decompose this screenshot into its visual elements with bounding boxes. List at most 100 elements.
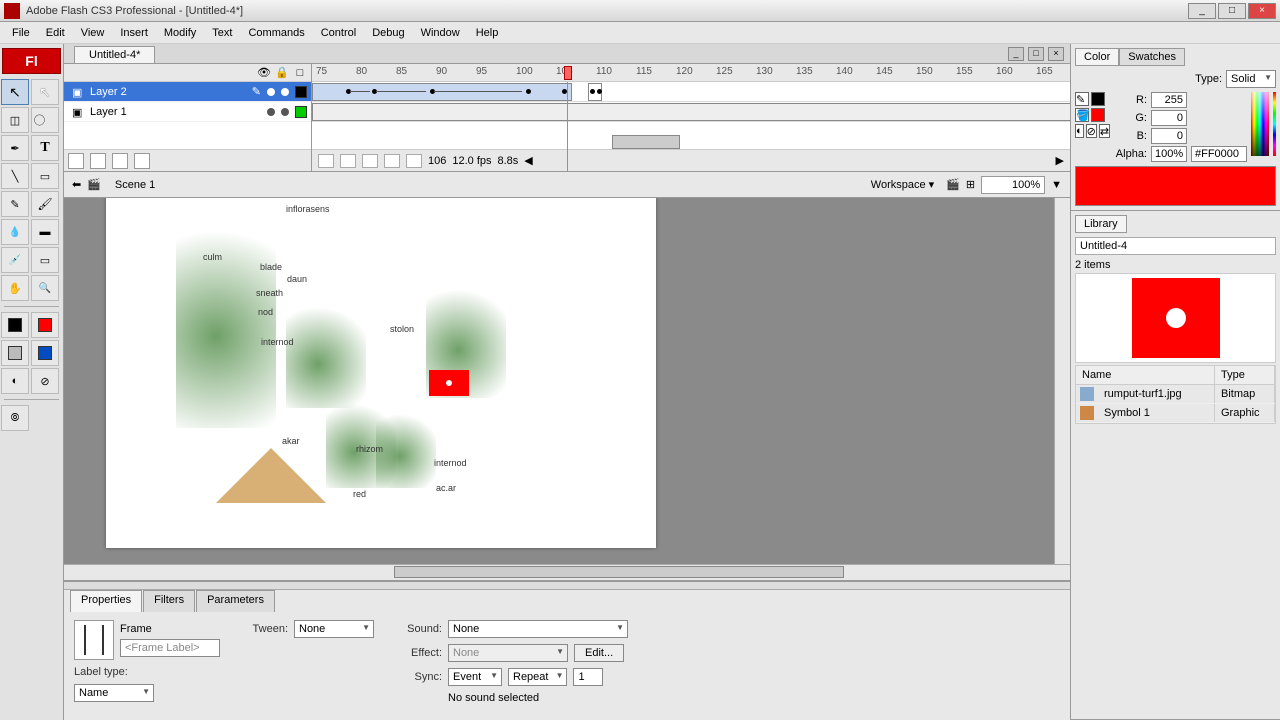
swap-icon[interactable]: ⇄: [1099, 124, 1110, 138]
stage-vertical-scrollbar[interactable]: [1054, 198, 1070, 564]
alpha-value[interactable]: 100%: [1151, 146, 1187, 162]
center-frame-icon[interactable]: [318, 154, 334, 168]
layer-visible-dot[interactable]: [267, 88, 275, 96]
menu-modify[interactable]: Modify: [156, 25, 204, 41]
frames-panel[interactable]: 7580859095100105110115120125130135140145…: [312, 64, 1070, 171]
menu-control[interactable]: Control: [313, 25, 364, 41]
text-tool[interactable]: [31, 135, 59, 161]
scrollbar-thumb[interactable]: [394, 566, 844, 578]
layer-lock-dot[interactable]: [281, 108, 289, 116]
ink-bottle-tool[interactable]: [1, 219, 29, 245]
sync-select[interactable]: Event: [448, 668, 502, 686]
edit-scene-button[interactable]: 🎬: [946, 178, 960, 191]
doc-restore[interactable]: □: [1028, 47, 1044, 61]
visibility-header-icon[interactable]: 👁: [257, 66, 271, 79]
zoom-dropdown-icon[interactable]: ▼: [1051, 179, 1062, 191]
layer-visible-dot[interactable]: [267, 108, 275, 116]
library-item[interactable]: Symbol 1 Graphic: [1076, 404, 1275, 423]
layer-color-chip[interactable]: [295, 86, 307, 98]
menu-help[interactable]: Help: [468, 25, 507, 41]
r-value[interactable]: 255: [1151, 92, 1187, 108]
menu-view[interactable]: View: [73, 25, 113, 41]
tab-color[interactable]: Color: [1075, 48, 1119, 66]
onion-skin-outlines-icon[interactable]: [362, 154, 378, 168]
layer-row[interactable]: ▣ Layer 1: [64, 102, 311, 122]
layer-lock-dot[interactable]: [281, 88, 289, 96]
symbol-instance[interactable]: [429, 370, 469, 396]
delete-layer-button[interactable]: [134, 153, 150, 169]
rectangle-tool[interactable]: [31, 163, 59, 189]
menu-commands[interactable]: Commands: [240, 25, 312, 41]
tab-swatches[interactable]: Swatches: [1119, 48, 1185, 66]
black-white-swap[interactable]: ◐: [1, 368, 29, 394]
library-item[interactable]: rumput-turf1.jpg Bitmap: [1076, 385, 1275, 404]
onion-skin-icon[interactable]: [340, 154, 356, 168]
subselection-tool[interactable]: [31, 79, 59, 105]
stroke-swatch[interactable]: [1091, 92, 1105, 106]
hue-slider[interactable]: [1273, 92, 1276, 156]
tab-properties[interactable]: Properties: [70, 590, 142, 612]
scene-name[interactable]: Scene 1: [107, 177, 163, 193]
stage[interactable]: inflorasens culm blade daun sneath nod i…: [106, 198, 656, 548]
line-tool[interactable]: [1, 163, 29, 189]
color-type-select[interactable]: Solid: [1226, 70, 1276, 88]
no-color[interactable]: ⊘: [31, 368, 59, 394]
stage-horizontal-scrollbar[interactable]: [64, 564, 1070, 580]
stroke-color-swatch[interactable]: [31, 312, 59, 338]
fill-color-swatch[interactable]: [31, 340, 59, 366]
document-tab[interactable]: Untitled-4*: [74, 46, 155, 63]
layer-edit-icon[interactable]: ✎: [252, 85, 261, 98]
menu-text[interactable]: Text: [204, 25, 240, 41]
layer-2-frames[interactable]: [312, 82, 1070, 102]
stage-area[interactable]: inflorasens culm blade daun sneath nod i…: [64, 198, 1070, 580]
outline-header-icon[interactable]: □: [293, 67, 307, 79]
stroke-color-icon[interactable]: ✎: [1075, 92, 1089, 106]
tab-filters[interactable]: Filters: [143, 590, 195, 612]
layer-1-frames[interactable]: [312, 102, 1070, 122]
library-col-name[interactable]: Name: [1076, 366, 1215, 384]
menu-insert[interactable]: Insert: [112, 25, 156, 41]
doc-close[interactable]: ×: [1048, 47, 1064, 61]
minimize-button[interactable]: _: [1188, 3, 1216, 19]
edit-scene-icon[interactable]: ⬅: [72, 178, 81, 191]
edit-multiple-frames-icon[interactable]: [384, 154, 400, 168]
playhead[interactable]: [564, 66, 572, 80]
panel-drag-handle[interactable]: [64, 582, 1070, 590]
eraser-tool[interactable]: [31, 247, 59, 273]
hand-tool[interactable]: [1, 275, 29, 301]
paint-bucket-tool[interactable]: [31, 219, 59, 245]
g-value[interactable]: 0: [1151, 110, 1187, 126]
modify-onion-markers-icon[interactable]: [406, 154, 422, 168]
b-value[interactable]: 0: [1151, 128, 1187, 144]
selection-tool[interactable]: [1, 79, 29, 105]
scroll-right-icon[interactable]: ▶: [1056, 154, 1064, 167]
sync-repeat-select[interactable]: Repeat: [508, 668, 567, 686]
nocolor-icon[interactable]: ⊘: [1086, 124, 1097, 138]
color-spectrum[interactable]: [1251, 92, 1269, 156]
timeline-ruler[interactable]: 7580859095100105110115120125130135140145…: [312, 64, 1070, 82]
scroll-left-icon[interactable]: ◀: [524, 154, 532, 167]
tab-library[interactable]: Library: [1075, 215, 1127, 233]
free-transform-tool[interactable]: [1, 107, 29, 133]
new-folder-button[interactable]: [112, 153, 128, 169]
fill-color[interactable]: [1, 340, 29, 366]
fill-color-icon[interactable]: 🪣: [1075, 108, 1089, 122]
label-type-select[interactable]: Name: [74, 684, 154, 702]
menu-file[interactable]: File: [4, 25, 38, 41]
edit-symbols-button[interactable]: ⊞: [966, 178, 975, 191]
hex-value[interactable]: #FF0000: [1191, 146, 1247, 162]
library-col-type[interactable]: Type: [1215, 366, 1275, 384]
edit-sound-button[interactable]: Edit...: [574, 644, 624, 662]
menu-debug[interactable]: Debug: [364, 25, 412, 41]
brush-tool[interactable]: [31, 191, 59, 217]
timeline-scrollbar[interactable]: [612, 135, 680, 149]
stroke-color[interactable]: [1, 312, 29, 338]
sync-count-input[interactable]: 1: [573, 668, 603, 686]
doc-minimize[interactable]: _: [1008, 47, 1024, 61]
lock-header-icon[interactable]: 🔒: [275, 66, 289, 79]
tween-select[interactable]: None: [294, 620, 374, 638]
new-layer-button[interactable]: [68, 153, 84, 169]
lasso-tool[interactable]: [31, 107, 59, 133]
pencil-tool[interactable]: [1, 191, 29, 217]
workspace-dropdown[interactable]: Workspace ▾: [871, 178, 934, 191]
